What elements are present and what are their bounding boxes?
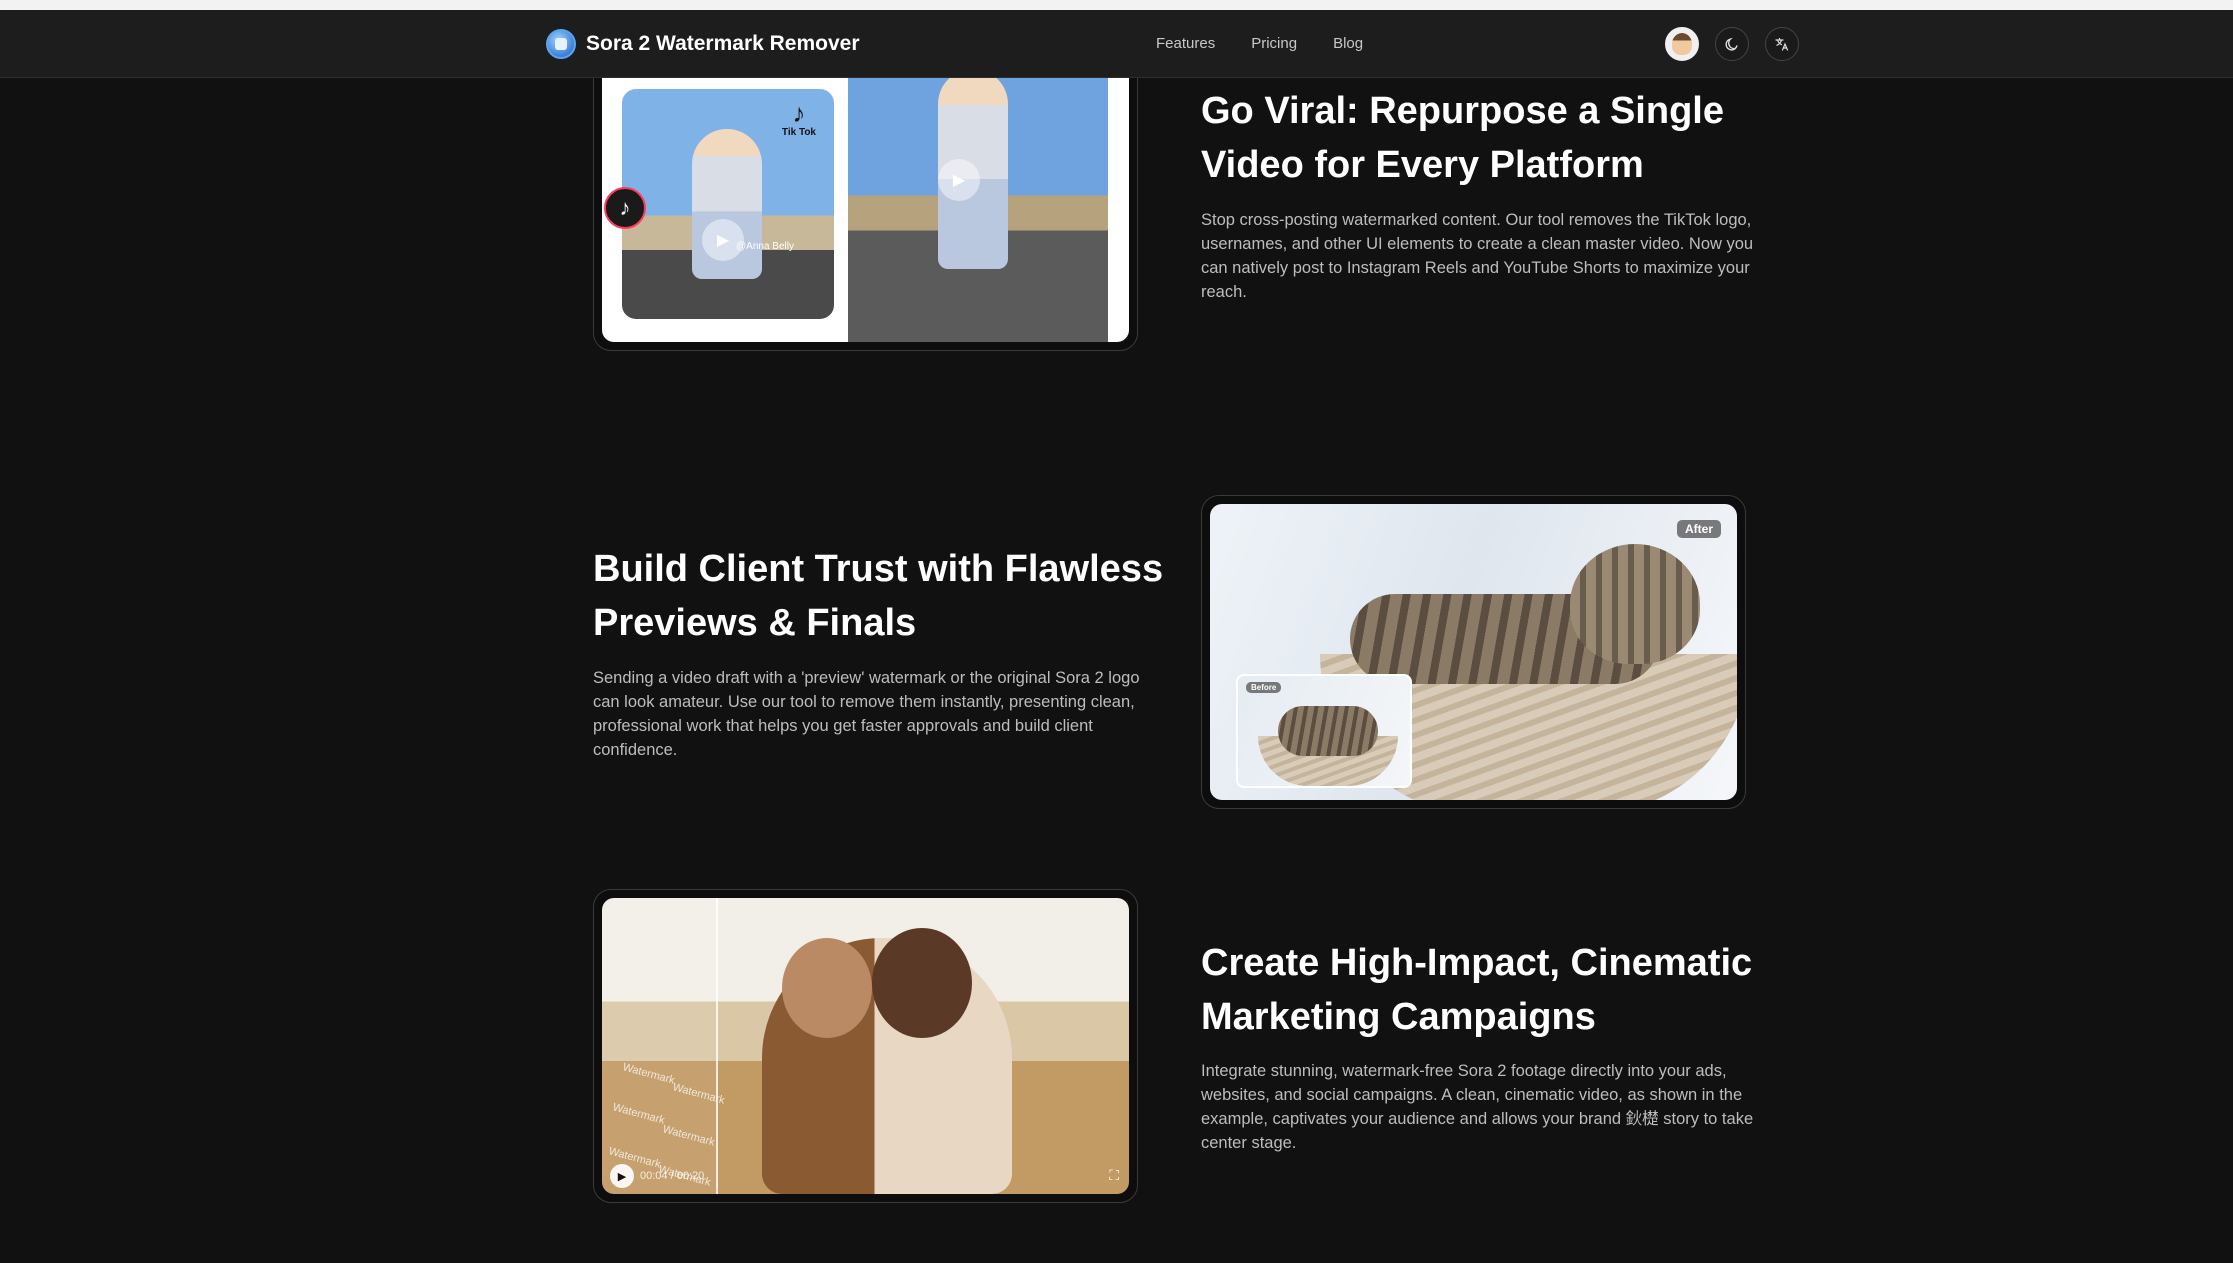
translate-icon (1775, 37, 1789, 51)
clean-video-shot: ▶ (848, 49, 1108, 342)
mini-cat (1278, 706, 1378, 756)
user-avatar[interactable] (1665, 27, 1699, 61)
play-icon[interactable]: ▶ (938, 159, 980, 201)
browser-top-strip (0, 0, 2233, 10)
cinematic-video-frame: Watermark Watermark Watermark Watermark … (593, 889, 1138, 1203)
watermark-text: Watermark (661, 1123, 717, 1149)
section-body: Stop cross-posting watermarked content. … (1201, 211, 1754, 301)
section-title-line-2: Video for Every Platform (1201, 144, 1644, 186)
man-head (782, 938, 872, 1038)
tiktok-handle: @Anna Belly (736, 241, 794, 252)
tiktok-card: ♪ Tik Tok @Anna Belly ▶ (622, 89, 834, 319)
play-icon[interactable]: ▶ (610, 1164, 634, 1188)
watermark-text: Watermark (611, 1101, 667, 1127)
avatar-face-icon (1672, 33, 1692, 55)
app-logo-icon (546, 29, 576, 59)
woman-head (872, 928, 972, 1038)
trust-image-frame: After Before (1201, 495, 1746, 809)
section-title-line-2: Previews & Finals (593, 602, 917, 644)
before-badge: Before (1246, 682, 1282, 693)
viral-image-frame: ♪ Tik Tok @Anna Belly ▶ ▶ ♪ (593, 40, 1138, 351)
section-title-line-1: Build Client Trust with Flawless (593, 548, 1164, 590)
brand-name: Sora 2 Watermark Remover (586, 32, 860, 55)
site-header: Sora 2 Watermark Remover Features Pricin… (0, 10, 2233, 78)
tiktok-logo-icon: ♪ (604, 187, 646, 229)
play-icon[interactable]: ▶ (702, 219, 744, 261)
tiktok-watermark: ♪ Tik Tok (781, 98, 816, 138)
viral-comparison-image: ♪ Tik Tok @Anna Belly ▶ ▶ (602, 49, 1129, 342)
main-nav: Features Pricing Blog (1156, 35, 1363, 52)
section-body: Sending a video draft with a 'preview' w… (593, 669, 1140, 759)
fullscreen-icon[interactable]: ⛶ (1109, 1167, 1119, 1184)
nav-link-blog[interactable]: Blog (1333, 35, 1363, 52)
video-controls: ▶ 00:04 / 00:20 (610, 1164, 704, 1188)
nav-link-pricing[interactable]: Pricing (1251, 35, 1297, 52)
section-title-line-2: Marketing Campaigns (1201, 996, 1596, 1038)
section-title-line-1: Create High-Impact, Cinematic (1201, 942, 1753, 984)
before-inset: Before (1236, 674, 1412, 788)
cinematic-video[interactable]: Watermark Watermark Watermark Watermark … (602, 898, 1129, 1194)
moon-icon (1725, 37, 1738, 51)
before-after-image: After Before (1210, 504, 1737, 800)
section-title: Build Client Trust with Flawless Preview… (593, 542, 1163, 650)
nav-link-features[interactable]: Features (1156, 35, 1215, 52)
watermark-strip: Watermark Watermark Watermark Watermark … (602, 898, 726, 1194)
section-title: Create High-Impact, Cinematic Marketing … (1201, 936, 1752, 1044)
header-actions (1665, 27, 1799, 61)
brand[interactable]: Sora 2 Watermark Remover (546, 29, 860, 59)
watermark-text: Watermark (671, 1081, 727, 1107)
tiktok-label: Tik Tok (781, 127, 816, 138)
cat-head (1570, 544, 1700, 664)
language-button[interactable] (1765, 27, 1799, 61)
section-title: Go Viral: Repurpose a Single Video for E… (1201, 84, 1724, 192)
after-badge: After (1676, 520, 1721, 538)
theme-toggle-button[interactable] (1715, 27, 1749, 61)
watermark-text: Watermark (621, 1061, 677, 1087)
section-title-line-1: Go Viral: Repurpose a Single (1201, 90, 1724, 132)
section-body: Integrate stunning, watermark-free Sora … (1201, 1062, 1754, 1152)
video-time: 00:04 / 00:20 (640, 1170, 705, 1182)
